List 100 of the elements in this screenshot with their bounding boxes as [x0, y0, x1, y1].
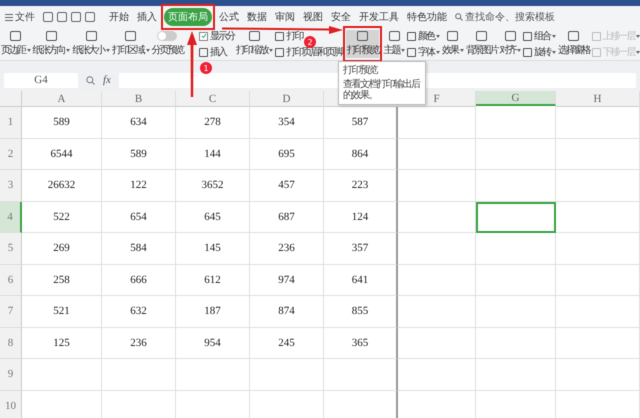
toggle-label: 分页预览 — [152, 44, 184, 57]
menu-tab[interactable]: 插入 — [133, 8, 161, 26]
toolbar-button[interactable]: 主题 — [382, 30, 406, 58]
toolbar-button[interactable]: 对齐 — [498, 30, 522, 58]
toolbar-button[interactable]: 旋转 — [523, 45, 556, 59]
table-cell: 974 — [250, 264, 324, 296]
toolbar-button[interactable]: 打印页眉和页脚 — [275, 45, 342, 59]
checkbox[interactable] — [199, 32, 208, 40]
row-header[interactable]: 7 — [0, 296, 22, 328]
column-header[interactable]: B — [102, 91, 176, 107]
table-cell: 223 — [324, 170, 398, 202]
row-header[interactable]: 10 — [0, 390, 22, 418]
toolbar-button[interactable]: 背景图片 — [464, 30, 498, 58]
table-cell: 521 — [22, 296, 102, 328]
page-icon — [504, 31, 516, 41]
table-cell: 654 — [102, 202, 176, 233]
page-icon — [568, 31, 580, 41]
row-header[interactable]: 8 — [0, 328, 22, 359]
toolbar-button[interactable]: 打印区域 — [110, 30, 151, 58]
table-cell: 3652 — [176, 170, 250, 202]
table-cell: 236 — [250, 233, 324, 264]
table-cell: 145 — [176, 233, 250, 264]
search-field[interactable]: 查找命令、搜索模板 — [455, 10, 555, 24]
row-header[interactable]: 1 — [0, 107, 22, 138]
table-cell: 354 — [250, 107, 324, 138]
table-cell: 589 — [22, 107, 102, 138]
table-cell: 125 — [22, 328, 102, 359]
menu-tab[interactable]: 公式 — [215, 8, 243, 26]
column-header[interactable]: C — [176, 91, 250, 107]
table-cell: 357 — [324, 233, 398, 264]
table-cell: 144 — [176, 138, 250, 170]
row-header[interactable]: 3 — [0, 170, 22, 202]
menu-tab[interactable]: 特色功能 — [403, 8, 451, 26]
table-cell: 855 — [324, 296, 398, 328]
page-icon — [125, 31, 136, 41]
menu-tab[interactable]: 开发工具 — [355, 8, 403, 26]
toolbar-button[interactable]: 颜色 — [407, 29, 440, 43]
file-menu[interactable]: 文件 — [3, 10, 39, 24]
column-header[interactable]: H — [556, 91, 640, 107]
toolbar-button[interactable]: 打印缩放 — [234, 30, 274, 58]
table-cell: 365 — [324, 328, 398, 359]
toolbar-button[interactable]: 纸张方向 — [32, 30, 72, 58]
toolbar-button[interactable]: 效果 — [441, 30, 465, 58]
toolbar-button[interactable]: 组合 — [523, 29, 556, 43]
zoom-icon[interactable] — [86, 76, 95, 84]
column-header[interactable]: D — [250, 91, 324, 107]
page-icon — [46, 31, 57, 41]
row-header[interactable]: 9 — [0, 359, 22, 390]
page-icon — [388, 31, 400, 41]
menu-icon — [5, 14, 13, 20]
toolbar-button[interactable]: 选择窗格 — [557, 30, 591, 58]
column-header[interactable]: G — [476, 91, 556, 106]
page-icon — [249, 31, 260, 41]
menu-tab[interactable]: 审阅 — [271, 8, 299, 26]
row-header[interactable]: 6 — [0, 264, 22, 296]
menu-tab[interactable]: 视图 — [299, 8, 327, 26]
table-cell: 864 — [324, 138, 398, 170]
table-cell: 124 — [324, 202, 398, 233]
name-box[interactable]: G4 — [4, 72, 78, 88]
toolbar-button[interactable]: 打印预览 — [346, 30, 380, 58]
toggle-switch[interactable] — [157, 31, 178, 41]
table-cell: 522 — [22, 202, 102, 233]
page-icon — [10, 31, 22, 41]
menu-tab[interactable]: 开始 — [105, 8, 133, 26]
table-cell: 187 — [176, 296, 250, 328]
row-header[interactable]: 2 — [0, 138, 22, 170]
table-cell: 258 — [22, 264, 102, 296]
table-cell: 695 — [250, 138, 324, 170]
search-icon — [455, 13, 463, 21]
menu-tab[interactable]: 数据 — [243, 8, 271, 26]
table-cell: 687 — [250, 202, 324, 233]
page-icon — [476, 31, 488, 41]
toolbar-button[interactable]: 页边距 — [0, 30, 32, 58]
table-cell: 645 — [176, 202, 250, 233]
fx-label[interactable]: fx — [103, 74, 111, 86]
column-header[interactable]: A — [22, 91, 102, 107]
toolbar-button[interactable]: 字体 — [407, 45, 440, 59]
toolbar-button[interactable]: 打印 — [275, 29, 302, 43]
table-cell: 269 — [22, 233, 102, 264]
table-cell: 26632 — [22, 170, 102, 202]
row-header[interactable]: 5 — [0, 233, 22, 264]
table-cell: 6544 — [22, 138, 102, 170]
table-cell: 641 — [324, 264, 398, 296]
toolbar-button[interactable]: 插入 — [199, 45, 226, 59]
page-icon — [447, 31, 458, 41]
tooltip-title: 打印预览 — [343, 65, 378, 76]
table-cell: 632 — [102, 296, 176, 328]
table-cell: 954 — [176, 328, 250, 359]
table-cell: 589 — [102, 138, 176, 170]
page-icon — [357, 31, 368, 41]
table-cell: 457 — [250, 170, 324, 202]
menu-tab[interactable]: 安全 — [327, 8, 355, 26]
table-cell: 278 — [176, 107, 250, 138]
checkbox-label: 显示分 — [210, 30, 234, 43]
table-cell: 236 — [102, 328, 176, 359]
table-cell: 634 — [102, 107, 176, 138]
table-cell: 666 — [102, 264, 176, 296]
toolbar-button[interactable]: 纸张大小 — [71, 30, 111, 58]
page-icon — [86, 31, 97, 41]
table-cell: 874 — [250, 296, 324, 328]
